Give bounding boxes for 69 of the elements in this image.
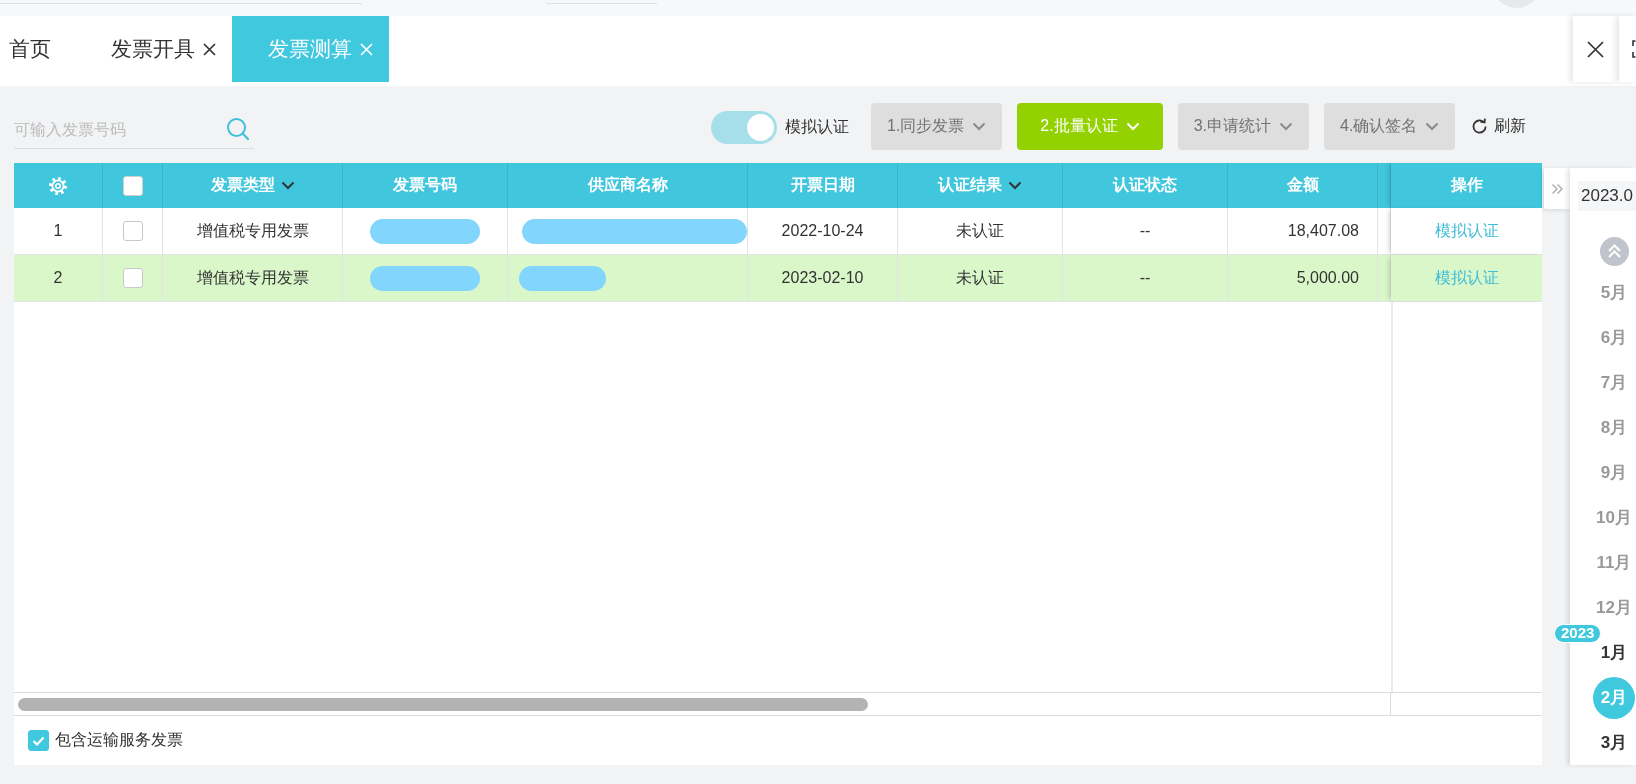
refresh-button[interactable]: 刷新 [1471,115,1527,137]
table-cell-text: 增值税专用发票 [196,267,309,288]
table-cell-text: 未认证 [956,220,1004,241]
simulate-link[interactable]: 模拟认证 [1434,220,1499,242]
table-cell-text: 未认证 [956,267,1004,288]
toggle-label: 模拟认证 [785,117,849,137]
tab[interactable]: 首页 [0,16,75,82]
column-header[interactable]: 金额 [1286,175,1319,196]
table-row[interactable]: 2 增值税专用发票 2023-02-10 未认证 -- 5,000.00 模拟认证 [14,255,1542,302]
close-icon[interactable] [203,42,216,56]
step-button[interactable]: 2.批量认证 [1017,102,1163,150]
month-item[interactable]: 10月 [1596,507,1632,528]
date-field[interactable]: 2023.0 [1578,181,1636,211]
table-row[interactable]: 1 增值税专用发票 2022-10-24 未认证 -- 18,407.08 模拟认证 [14,208,1542,255]
month-item[interactable]: 9月 [1600,462,1628,483]
month-item[interactable]: 7月 [1600,372,1628,393]
column-header[interactable]: 发票类型 [210,175,275,196]
tab[interactable]: 发票测算 [232,16,389,82]
chevron-down-icon [1425,121,1440,131]
column-header[interactable]: 认证状态 [1113,175,1177,196]
simulate-link[interactable]: 模拟认证 [1434,267,1499,289]
chevron-down-icon [1125,121,1140,131]
table-cell: -- [1139,269,1151,287]
column-header[interactable]: 开票日期 [790,175,855,196]
month-item[interactable]: 3月 [1600,732,1628,753]
column-header[interactable]: 操作 [1450,175,1483,196]
month-item[interactable]: 6月 [1600,327,1628,348]
month-item[interactable]: 8月 [1600,417,1628,438]
expand-icon [1632,40,1636,58]
row-checkbox[interactable] [122,221,143,241]
search-icon[interactable] [226,117,250,141]
month-item[interactable]: 2月 [1593,676,1635,719]
checkbox[interactable] [28,730,49,751]
search-field[interactable]: 可输入发票号码 [14,111,254,149]
month-item[interactable]: 5月 [1600,282,1628,303]
refresh-icon [1471,117,1489,135]
year-badge: 2023 [1554,624,1602,643]
collapse-button[interactable] [1544,168,1570,209]
table-cell: -- [1139,222,1151,240]
row-checkbox[interactable] [122,268,143,288]
table-cell-text: 增值税专用发票 [196,220,309,241]
double-chevron-up-icon[interactable] [1599,236,1629,266]
column-header[interactable]: 供应商名称 [587,175,668,196]
month-item[interactable]: 11月 [1596,552,1632,573]
close-icon [1587,40,1604,58]
column-header[interactable]: 发票号码 [393,175,457,196]
chevron-down-icon[interactable] [1008,181,1022,190]
chevron-down-icon[interactable] [280,181,295,190]
chevron-down-icon [972,121,987,131]
fullscreen-button[interactable] [1619,16,1636,82]
month-item[interactable]: 12月 [1596,597,1632,618]
close-button[interactable] [1573,16,1618,82]
chevron-down-icon [1279,121,1294,131]
table-cell: 5,000.00 [1296,269,1359,287]
row-number: 2 [53,269,63,287]
check-icon [32,735,45,746]
table-cell: 2022-10-24 [781,222,864,240]
table-cell: 18,407.08 [1287,222,1359,240]
double-chevron-right-icon [1551,182,1563,195]
table-cell: 2023-02-10 [781,269,864,287]
scrollbar-thumb[interactable] [18,697,868,711]
row-number: 1 [53,222,63,240]
select-all-checkbox[interactable] [122,175,143,196]
checkbox-label: 包含运输服务发票 [55,730,183,750]
column-header[interactable]: 认证结果 [938,175,1002,196]
month-item[interactable]: 1月 [1600,642,1628,663]
settings-icon[interactable] [49,176,67,195]
toggle-switch[interactable] [711,111,777,144]
tab[interactable]: 发票开具 [75,16,232,82]
